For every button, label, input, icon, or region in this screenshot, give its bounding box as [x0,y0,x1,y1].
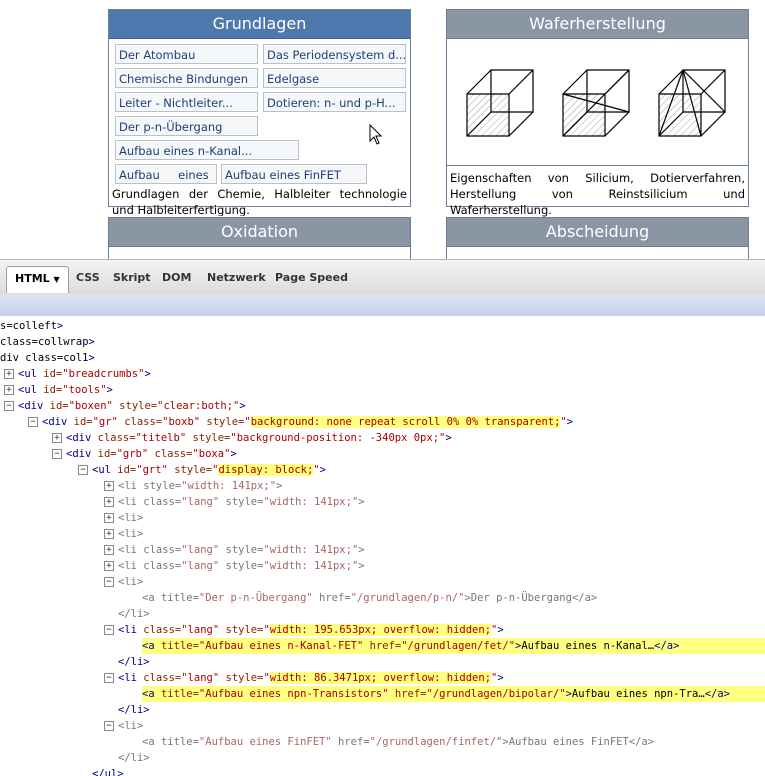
box-waferherstellung: Waferherstellung Eigenschaften von Silic… [446,9,749,217]
html-tree-node[interactable]: <li style="width: 141px;"> [118,478,282,494]
html-tree-node[interactable]: <a title="Aufbau eines n-Kanal-FET" href… [142,638,765,654]
box-grundlagen: Grundlagen Der Atombau Das Periodensyste… [108,9,411,216]
html-tree-panel: s=colleft> class=collwrap> div class=col1>… [0,316,765,776]
box-title-abscheidung[interactable]: Abscheidung [447,218,748,247]
html-tree-node[interactable]: <li> [118,510,143,526]
html-tree-node[interactable]: <li> [118,718,143,734]
tab-skript[interactable]: Skript [113,268,151,288]
cubes-illustration-icon [466,69,726,137]
box-divider [447,165,748,166]
link-chemische-bindungen[interactable]: Chemische Bindungen [115,68,258,88]
html-tree-node[interactable]: </li> [118,606,150,622]
html-tree-node[interactable]: <a title="Aufbau eines FinFET" href="/gr… [142,734,654,750]
html-tree-node[interactable]: <ul id="grt" style="display: block;"> [92,462,326,478]
expand-node-icon[interactable]: + [104,561,114,571]
html-tree-node[interactable]: <div id="grb" class="boxa"> [66,446,237,462]
html-tree-node[interactable]: </li> [118,702,150,718]
devtools-toolbar: HTML ▼ CSS Skript DOM Netzwerk Page Spee… [0,259,765,295]
html-tree-node[interactable]: <li class="lang" style="width: 195.653px… [118,622,504,638]
box-title-oxidation[interactable]: Oxidation [109,218,410,247]
link-npn-transistor[interactable]: Aufbau eines [115,164,217,184]
html-tree-node[interactable]: <li class="lang" style="width: 141px;"> [118,494,365,510]
expand-node-icon[interactable]: + [104,529,114,539]
html-tree-node[interactable]: <a title="Aufbau eines npn-Transistors" … [142,686,765,702]
html-tree-node[interactable]: <li class="lang" style="width: 141px;"> [118,542,365,558]
html-tree-node[interactable]: <div id="gr" class="boxb" style="backgro… [42,414,573,430]
collapse-node-icon[interactable]: − [104,625,114,635]
expand-node-icon[interactable]: + [104,481,114,491]
box-description-grundlagen: Grundlagen der Chemie, Halbleiter techno… [112,187,407,216]
html-tree-node[interactable]: <li> [118,526,143,542]
box-description-waferherstellung: Eigenschaften von Silicium, Dotierverfah… [450,171,745,217]
collapse-node-icon[interactable]: − [104,673,114,683]
tab-css[interactable]: CSS [76,268,100,288]
link-leiter[interactable]: Leiter - Nichtleiter... [115,92,258,112]
html-tree-node[interactable]: <div id="boxen" style="clear:both;"> [18,398,246,414]
collapse-node-icon[interactable]: − [78,465,88,475]
tab-netzwerk[interactable]: Netzwerk [207,268,266,288]
collapse-node-icon[interactable]: − [104,721,114,731]
expand-node-icon[interactable]: + [4,369,14,379]
html-tree-node[interactable]: <li> [118,574,143,590]
devtools-breadcrumb-bar [0,294,765,317]
link-periodensystem[interactable]: Das Periodensystem d... [263,44,406,64]
mouse-cursor-icon [369,124,383,145]
collapse-node-icon[interactable]: − [28,417,38,427]
html-tree-node[interactable]: <li class="lang" style="width: 141px;"> [118,558,365,574]
expand-node-icon[interactable]: + [104,497,114,507]
collapse-node-icon[interactable]: − [52,449,62,459]
html-tree-node[interactable]: <li class="lang" style="width: 86.3471px… [118,670,504,686]
chevron-down-icon[interactable]: ▼ [54,275,60,284]
link-n-kanal-fet[interactable]: Aufbau eines n-Kanal... [115,140,299,160]
link-atombau[interactable]: Der Atombau [115,44,258,64]
link-edelgase[interactable]: Edelgase [263,68,406,88]
html-tree-node[interactable]: class=collwrap> [0,334,95,350]
html-tree-node[interactable]: s=colleft> [0,318,63,334]
tab-html-label: HTML [15,272,50,285]
tab-html[interactable]: HTML ▼ [6,266,69,293]
html-tree-node[interactable]: </li> [118,750,150,766]
expand-node-icon[interactable]: + [104,513,114,523]
tab-dom[interactable]: DOM [162,268,191,288]
box-title-grundlagen[interactable]: Grundlagen [109,10,410,39]
html-tree-node[interactable]: <ul id="tools"> [18,382,113,398]
html-tree-node[interactable]: div class=col1> [0,350,95,366]
box-title-waferherstellung[interactable]: Waferherstellung [447,10,748,39]
expand-node-icon[interactable]: + [52,433,62,443]
collapse-node-icon[interactable]: − [104,577,114,587]
expand-node-icon[interactable]: + [4,385,14,395]
html-tree-node[interactable]: <ul id="breadcrumbs"> [18,366,151,382]
html-tree-node[interactable]: </ul> [92,766,124,776]
link-pn-uebergang[interactable]: Der p-n-Übergang [115,116,258,136]
html-tree-node[interactable]: <a title="Der p-n-Übergang" href="/grund… [142,590,597,606]
html-tree-node[interactable]: <div class="titelb" style="background-po… [66,430,452,446]
html-tree-node[interactable]: </li> [118,654,150,670]
link-dotieren[interactable]: Dotieren: n- und p-H... [263,92,406,112]
collapse-node-icon[interactable]: − [4,401,14,411]
link-finfet[interactable]: Aufbau eines FinFET [221,164,367,184]
expand-node-icon[interactable]: + [104,545,114,555]
tab-page-speed[interactable]: Page Speed [275,268,348,288]
